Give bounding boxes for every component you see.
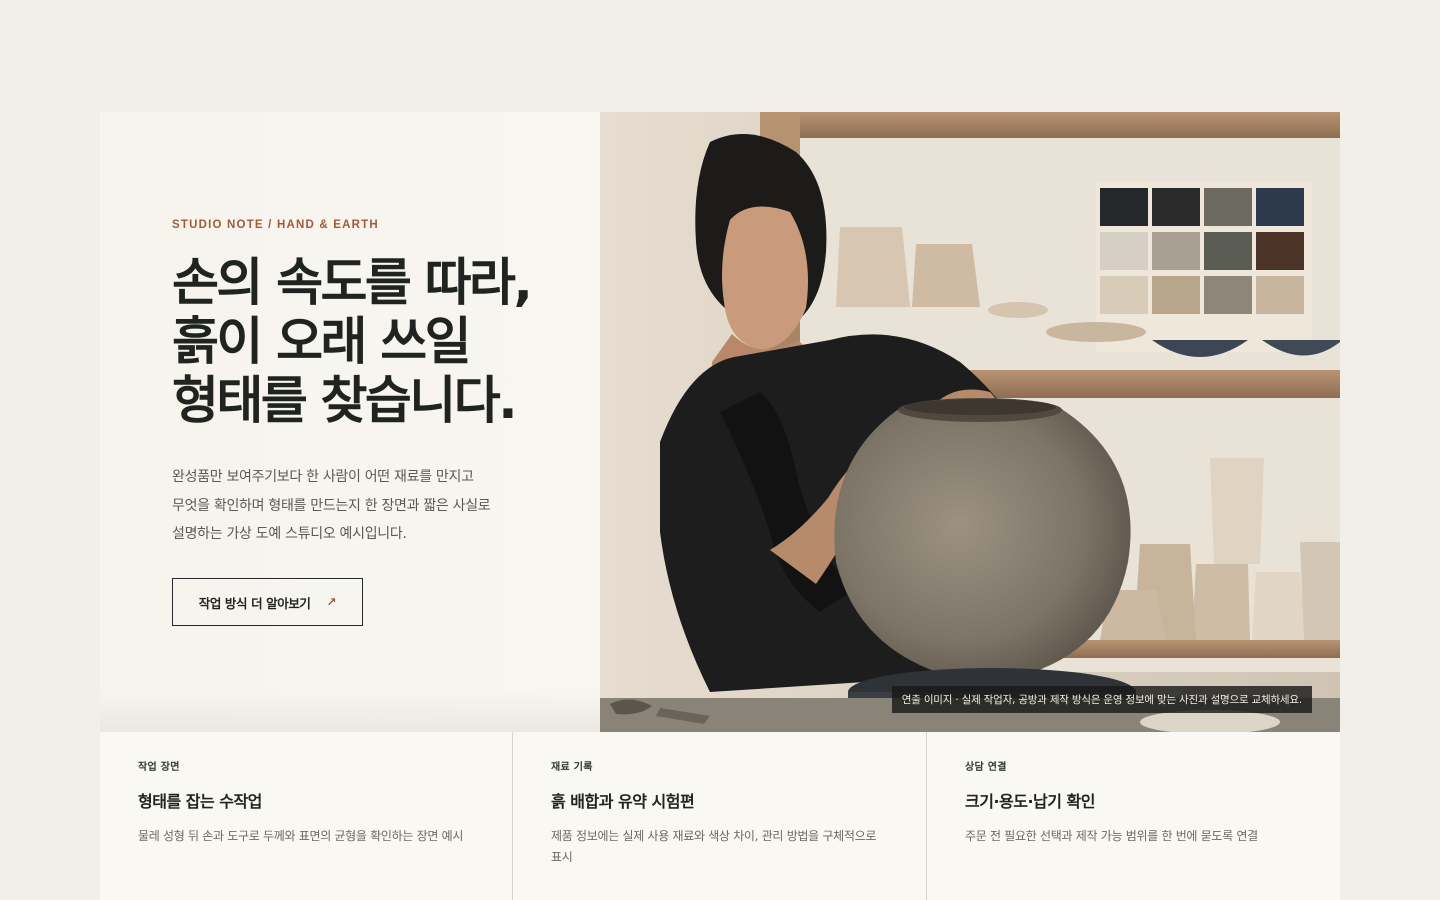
learn-more-label: 작업 방식 더 알아보기 [198,595,311,611]
card-work-scene: 작업 장면 형태를 잡는 수작업 물레 성형 뒤 손과 도구로 두께와 표면의 … [100,732,513,900]
card-title: 형태를 잡는 수작업 [138,792,262,811]
headline-line: 형태를 찾습니다. [172,372,518,431]
lead-line: 설명하는 가상 도예 스튜디오 예시입니다. [172,526,407,542]
lead-line: 완성품만 보여주기보다 한 사람이 어떤 재료를 만지고 [172,469,474,485]
photo-caption: 연출 이미지 · 실제 작업자, 공방과 제작 방식은 운영 정보에 맞는 사진… [891,686,1312,713]
lead-line: 무엇을 확인하며 형태를 만드는지 한 장면과 짧은 사실로 [172,497,491,514]
card-kicker: 상담 연결 [965,762,1007,773]
arrow-up-right-icon: ↗ [326,595,337,609]
card-title: 크기·용도·납기 확인 [965,792,1096,811]
card-title: 흙 배합과 유약 시험편 [551,792,695,811]
card-consult: 상담 연결 크기·용도·납기 확인 주문 전 필요한 선택과 제작 가능 범위를… [927,732,1340,900]
lead-paragraph: 완성품만 보여주기보다 한 사람이 어떤 재료를 만지고 무엇을 확인하며 형태… [172,463,552,549]
card-kicker: 작업 장면 [138,762,180,773]
hero-photo: 연출 이미지 · 실제 작업자, 공방과 제작 방식은 운영 정보에 맞는 사진… [600,112,1340,732]
hero-fade [100,692,600,732]
card-desc: 물레 성형 뒤 손과 도구로 두께와 표면의 균형을 확인하는 장면 예시 [138,829,464,843]
feature-cards: 작업 장면 형태를 잡는 수작업 물레 성형 뒤 손과 도구로 두께와 표면의 … [100,732,1340,900]
card-kicker: 재료 기록 [551,762,593,773]
headline-line: 흙이 오래 쓰일 [172,313,472,372]
headline-line: 손의 속도를 따라, [172,254,533,313]
potter-illustration [600,112,1340,732]
hero-section: STUDIO NOTE / HAND & EARTH 손의 속도를 따라, 흙이… [100,112,1340,732]
learn-more-button[interactable]: 작업 방식 더 알아보기 ↗ [172,578,363,626]
page-title: 손의 속도를 따라, 흙이 오래 쓰일 형태를 찾습니다. [172,254,552,431]
card-material-record: 재료 기록 흙 배합과 유약 시험편 제품 정보에는 실제 사용 재료와 색상 … [513,732,927,900]
eyebrow: STUDIO NOTE / HAND & EARTH [172,219,379,231]
card-desc: 주문 전 필요한 선택과 제작 가능 범위를 한 번에 묻도록 연결 [965,829,1258,843]
card-desc: 제품 정보에는 실제 사용 재료와 색상 차이, 관리 방법을 구체적으로 표시 [551,829,877,864]
